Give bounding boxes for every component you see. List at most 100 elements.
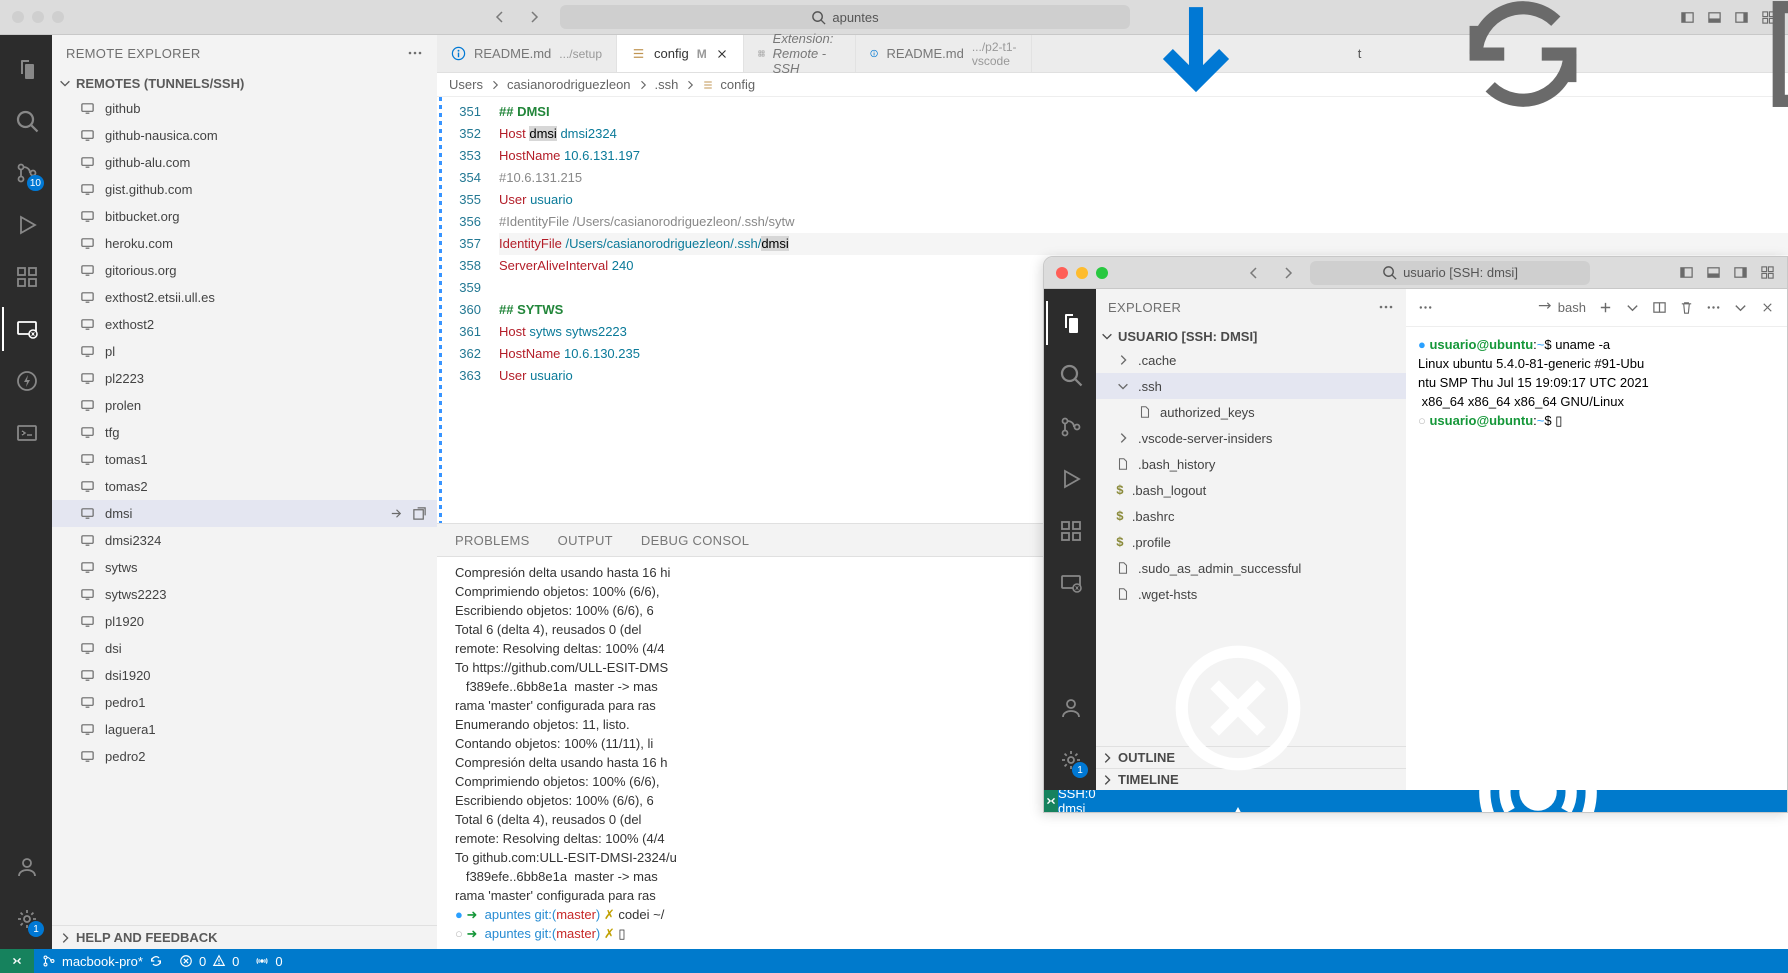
tab-sync-icon[interactable] — [1373, 0, 1673, 129]
w2-command-center[interactable]: usuario [SSH: dmsi] — [1310, 261, 1590, 285]
tree-authorized-keys[interactable]: authorized_keys — [1096, 399, 1406, 425]
w2-split-term-icon[interactable] — [1652, 300, 1667, 315]
remote-item-bitbucket-org[interactable]: bitbucket.org — [52, 203, 437, 230]
activity-debug[interactable] — [2, 203, 50, 247]
w2-activity-files[interactable] — [1046, 301, 1094, 345]
remote-item-prolen[interactable]: prolen — [52, 392, 437, 419]
panel-tab[interactable]: OUTPUT — [558, 533, 613, 548]
remote-item-pl2223[interactable]: pl2223 — [52, 365, 437, 392]
remote-item-exthost2[interactable]: exthost2 — [52, 311, 437, 338]
newwin-icon[interactable] — [412, 506, 427, 521]
tab-split-icon[interactable] — [1685, 0, 1788, 129]
w2-terminal[interactable]: ● usuario@ubuntu:~$ uname -aLinux ubuntu… — [1406, 327, 1787, 430]
tab-config[interactable]: configM — [617, 35, 744, 72]
w2-back-icon[interactable] — [1246, 265, 1262, 281]
w2-close-icon[interactable] — [1760, 300, 1775, 315]
remote-item-github-nausica-com[interactable]: github-nausica.com — [52, 122, 437, 149]
remote-indicator[interactable] — [0, 949, 34, 973]
remote-item-dsi[interactable]: dsi — [52, 635, 437, 662]
w2-max-icon[interactable] — [1733, 300, 1748, 315]
remote-item-dsi1920[interactable]: dsi1920 — [52, 662, 437, 689]
activity-search[interactable] — [2, 99, 50, 143]
remote-item-pedro2[interactable]: pedro2 — [52, 743, 437, 770]
tree--wget-hsts[interactable]: .wget-hsts — [1096, 581, 1406, 607]
sidebar-more-icon[interactable] — [407, 45, 423, 61]
w2-activity-scm[interactable] — [1046, 405, 1094, 449]
remote-item-pl1920[interactable]: pl1920 — [52, 608, 437, 635]
activity-files[interactable] — [2, 47, 50, 91]
tree--sudo-as-admin-successful[interactable]: .sudo_as_admin_successful — [1096, 555, 1406, 581]
remote-item-tomas1[interactable]: tomas1 — [52, 446, 437, 473]
remote-item-dmsi2324[interactable]: dmsi2324 — [52, 527, 437, 554]
open-icon[interactable] — [389, 506, 404, 521]
activity-settings[interactable]: 1 — [2, 897, 50, 941]
sidebar-footer[interactable]: HELP AND FEEDBACK — [52, 925, 437, 949]
tree--bash-history[interactable]: .bash_history — [1096, 451, 1406, 477]
status-problems[interactable]: 0 0 — [171, 954, 247, 969]
panel-tab[interactable]: PROBLEMS — [455, 533, 530, 548]
remote-item-pl[interactable]: pl — [52, 338, 437, 365]
w2-activity-search[interactable] — [1046, 353, 1094, 397]
w2-more-icon[interactable] — [1706, 300, 1721, 315]
remote-item-github-alu-com[interactable]: github-alu.com — [52, 149, 437, 176]
w2-activity-account[interactable] — [1046, 686, 1094, 730]
breadcrumb-seg[interactable]: config — [720, 77, 755, 92]
remote-item-heroku-com[interactable]: heroku.com — [52, 230, 437, 257]
w2-explorer-root[interactable]: USUARIO [SSH: DMSI] — [1096, 325, 1406, 347]
tree--ssh[interactable]: .ssh — [1096, 373, 1406, 399]
breadcrumb-seg[interactable]: Users — [449, 77, 483, 92]
activity-scm[interactable]: 10 — [2, 151, 50, 195]
sidebar-section[interactable]: REMOTES (TUNNELS/SSH) — [52, 71, 437, 95]
w2-status-ports[interactable]: 0 — [1388, 717, 1688, 813]
w2-forward-icon[interactable] — [1280, 265, 1296, 281]
activity-lightning[interactable] — [2, 359, 50, 403]
w2-terminal-tab[interactable]: bash — [1537, 300, 1586, 315]
breadcrumb-seg[interactable]: .ssh — [655, 77, 679, 92]
tree--vscode-server-insiders[interactable]: .vscode-server-insiders — [1096, 425, 1406, 451]
tree--cache[interactable]: .cache — [1096, 347, 1406, 373]
remote-item-tomas2[interactable]: tomas2 — [52, 473, 437, 500]
remote-item-github[interactable]: github — [52, 95, 437, 122]
remote-item-gist-github-com[interactable]: gist.github.com — [52, 176, 437, 203]
tab-Extension--Remote---SSH[interactable]: Extension: Remote - SSH — [744, 35, 857, 72]
activity-terminal[interactable] — [2, 411, 50, 455]
activity-extensions[interactable] — [2, 255, 50, 299]
forward-icon[interactable] — [526, 9, 542, 25]
layout-grid-icon[interactable] — [1760, 265, 1775, 280]
tab-download-icon[interactable] — [1046, 0, 1346, 129]
tab-README-md[interactable]: README.md.../p2-t1-vscode — [856, 35, 1031, 72]
tab-README-md[interactable]: README.md.../setup — [437, 35, 617, 72]
w2-status-remote[interactable]: SSH: dmsi — [1058, 786, 1088, 813]
remote-item-exthost2-etsii-ull-es[interactable]: exthost2.etsii.ull.es — [52, 284, 437, 311]
w2-explorer-more-icon[interactable] — [1378, 299, 1394, 315]
remote-item-sytws2223[interactable]: sytws2223 — [52, 581, 437, 608]
activity-account[interactable] — [2, 845, 50, 889]
w2-activity-extensions[interactable] — [1046, 509, 1094, 553]
layout-left-icon[interactable] — [1679, 265, 1694, 280]
remote-item-dmsi[interactable]: dmsi — [52, 500, 437, 527]
w2-tabs-more-icon[interactable] — [1418, 300, 1433, 315]
remote-item-sytws[interactable]: sytws — [52, 554, 437, 581]
status-remote-label[interactable]: macbook-pro* — [34, 954, 171, 969]
w2-activity-settings[interactable]: 1 — [1046, 738, 1094, 782]
w2-new-term-icon[interactable] — [1598, 300, 1613, 315]
w2-status-problems[interactable]: 0 0 — [1088, 633, 1388, 813]
tree--profile[interactable]: $.profile — [1096, 529, 1406, 555]
status-ports[interactable]: 0 — [247, 954, 290, 969]
bell-icon[interactable] — [1688, 725, 1788, 814]
remote-item-gitorious-org[interactable]: gitorious.org — [52, 257, 437, 284]
activity-remote-explorer[interactable] — [2, 307, 50, 351]
remote-item-pedro1[interactable]: pedro1 — [52, 689, 437, 716]
layout-right-icon[interactable] — [1733, 265, 1748, 280]
w2-activity-remote[interactable] — [1046, 561, 1094, 605]
remote-item-laguera1[interactable]: laguera1 — [52, 716, 437, 743]
tree--bash-logout[interactable]: $.bash_logout — [1096, 477, 1406, 503]
breadcrumb-seg[interactable]: casianorodriguezleon — [507, 77, 631, 92]
w2-remote-indicator[interactable] — [1044, 790, 1058, 812]
back-icon[interactable] — [492, 9, 508, 25]
w2-trash-icon[interactable] — [1679, 300, 1694, 315]
remote-item-tfg[interactable]: tfg — [52, 419, 437, 446]
tree--bashrc[interactable]: $.bashrc — [1096, 503, 1406, 529]
panel-tab[interactable]: DEBUG CONSOL — [641, 533, 749, 548]
layout-bottom-icon[interactable] — [1706, 265, 1721, 280]
